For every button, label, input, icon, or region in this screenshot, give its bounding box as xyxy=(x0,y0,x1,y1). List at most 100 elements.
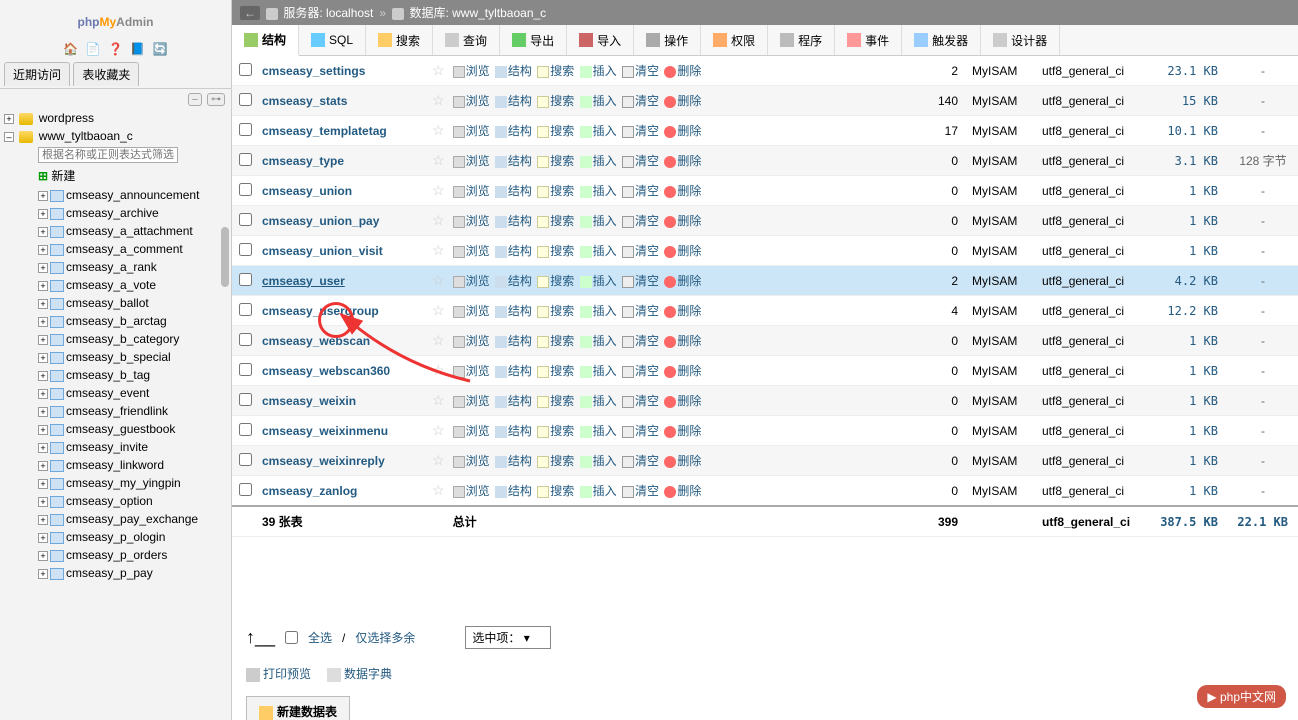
table-name-link[interactable]: cmseasy_zanlog xyxy=(262,484,357,498)
empty-action[interactable]: 清空 xyxy=(622,94,659,108)
nav-back-icon[interactable]: ← xyxy=(240,6,260,20)
drop-action[interactable]: 删除 xyxy=(664,364,701,378)
expand-icon[interactable]: + xyxy=(38,425,48,435)
tree-table-item[interactable]: +cmseasy_option xyxy=(0,492,231,510)
empty-action[interactable]: 清空 xyxy=(622,454,659,468)
row-checkbox[interactable] xyxy=(239,483,252,496)
expand-icon[interactable]: + xyxy=(38,533,48,543)
insert-action[interactable]: 插入 xyxy=(580,454,617,468)
expand-icon[interactable]: + xyxy=(38,569,48,579)
tab-events[interactable]: 事件 xyxy=(835,25,902,55)
favorite-star-icon[interactable]: ☆ xyxy=(432,482,445,498)
insert-action[interactable]: 插入 xyxy=(580,364,617,378)
search-action[interactable]: 搜索 xyxy=(537,304,574,318)
search-action[interactable]: 搜索 xyxy=(537,154,574,168)
tab-query[interactable]: 查询 xyxy=(433,25,500,55)
scrollbar[interactable] xyxy=(221,227,229,287)
table-name-link[interactable]: cmseasy_weixin xyxy=(262,394,356,408)
structure-action[interactable]: 结构 xyxy=(495,454,532,468)
tab-operations[interactable]: 操作 xyxy=(634,25,701,55)
empty-action[interactable]: 清空 xyxy=(622,364,659,378)
structure-action[interactable]: 结构 xyxy=(495,214,532,228)
favorite-star-icon[interactable]: ☆ xyxy=(432,272,445,288)
tab-triggers[interactable]: 触发器 xyxy=(902,25,981,55)
tree-table-item[interactable]: +cmseasy_announcement xyxy=(0,186,231,204)
tree-table-item[interactable]: +cmseasy_b_tag xyxy=(0,366,231,384)
row-checkbox[interactable] xyxy=(239,273,252,286)
structure-action[interactable]: 结构 xyxy=(495,124,532,138)
browse-action[interactable]: 浏览 xyxy=(453,214,490,228)
breadcrumb-server[interactable]: 服务器: localhost xyxy=(266,4,373,21)
structure-action[interactable]: 结构 xyxy=(495,64,532,78)
tree-table-item[interactable]: +cmseasy_event xyxy=(0,384,231,402)
favorite-star-icon[interactable]: ☆ xyxy=(432,182,445,198)
expand-icon[interactable]: + xyxy=(38,209,48,219)
insert-action[interactable]: 插入 xyxy=(580,64,617,78)
data-dictionary-link[interactable]: 数据字典 xyxy=(327,665,392,682)
table-name-link[interactable]: cmseasy_weixinreply xyxy=(262,454,385,468)
drop-action[interactable]: 删除 xyxy=(664,244,701,258)
structure-action[interactable]: 结构 xyxy=(495,94,532,108)
drop-action[interactable]: 删除 xyxy=(664,274,701,288)
expand-icon[interactable]: + xyxy=(38,227,48,237)
browse-action[interactable]: 浏览 xyxy=(453,184,490,198)
browse-action[interactable]: 浏览 xyxy=(453,484,490,498)
structure-action[interactable]: 结构 xyxy=(495,274,532,288)
tab-favorites[interactable]: 表收藏夹 xyxy=(73,62,139,86)
row-checkbox[interactable] xyxy=(239,363,252,376)
drop-action[interactable]: 删除 xyxy=(664,484,701,498)
tab-designer[interactable]: 设计器 xyxy=(981,25,1060,55)
empty-action[interactable]: 清空 xyxy=(622,424,659,438)
tree-table-item[interactable]: +cmseasy_my_yingpin xyxy=(0,474,231,492)
table-name-link[interactable]: cmseasy_union_pay xyxy=(262,214,379,228)
row-checkbox[interactable] xyxy=(239,453,252,466)
favorite-star-icon[interactable]: ☆ xyxy=(432,422,445,438)
tree-table-item[interactable]: +cmseasy_guestbook xyxy=(0,420,231,438)
home-icon[interactable]: 🏠 xyxy=(63,42,78,56)
create-table-box[interactable]: 新建数据表 xyxy=(246,696,350,720)
select-all-link[interactable]: 全选 xyxy=(308,629,332,646)
print-preview-link[interactable]: 打印预览 xyxy=(246,665,311,682)
structure-action[interactable]: 结构 xyxy=(495,424,532,438)
insert-action[interactable]: 插入 xyxy=(580,124,617,138)
expand-icon[interactable]: + xyxy=(38,551,48,561)
search-action[interactable]: 搜索 xyxy=(537,244,574,258)
table-name-link[interactable]: cmseasy_union xyxy=(262,184,352,198)
tree-new-table[interactable]: ⊞ 新建 xyxy=(0,165,231,186)
insert-action[interactable]: 插入 xyxy=(580,184,617,198)
empty-action[interactable]: 清空 xyxy=(622,394,659,408)
tree-table-item[interactable]: +cmseasy_a_attachment xyxy=(0,222,231,240)
insert-action[interactable]: 插入 xyxy=(580,154,617,168)
search-action[interactable]: 搜索 xyxy=(537,274,574,288)
browse-action[interactable]: 浏览 xyxy=(453,454,490,468)
browse-action[interactable]: 浏览 xyxy=(453,364,490,378)
search-action[interactable]: 搜索 xyxy=(537,94,574,108)
expand-icon[interactable]: + xyxy=(38,497,48,507)
row-checkbox[interactable] xyxy=(239,213,252,226)
insert-action[interactable]: 插入 xyxy=(580,424,617,438)
expand-icon[interactable]: + xyxy=(38,407,48,417)
table-name-link[interactable]: cmseasy_webscan360 xyxy=(262,364,390,378)
search-action[interactable]: 搜索 xyxy=(537,124,574,138)
empty-action[interactable]: 清空 xyxy=(622,484,659,498)
browse-action[interactable]: 浏览 xyxy=(453,64,490,78)
browse-action[interactable]: 浏览 xyxy=(453,424,490,438)
structure-action[interactable]: 结构 xyxy=(495,484,532,498)
drop-action[interactable]: 删除 xyxy=(664,394,701,408)
drop-action[interactable]: 删除 xyxy=(664,124,701,138)
browse-action[interactable]: 浏览 xyxy=(453,94,490,108)
tree-table-item[interactable]: +cmseasy_b_special xyxy=(0,348,231,366)
search-action[interactable]: 搜索 xyxy=(537,424,574,438)
browse-action[interactable]: 浏览 xyxy=(453,334,490,348)
row-checkbox[interactable] xyxy=(239,393,252,406)
tab-import[interactable]: 导入 xyxy=(567,25,634,55)
favorite-star-icon[interactable]: ☆ xyxy=(432,452,445,468)
search-action[interactable]: 搜索 xyxy=(537,484,574,498)
structure-action[interactable]: 结构 xyxy=(495,154,532,168)
collapse-all-icon[interactable]: – xyxy=(188,93,202,106)
tab-export[interactable]: 导出 xyxy=(500,25,567,55)
tree-table-item[interactable]: +cmseasy_ballot xyxy=(0,294,231,312)
insert-action[interactable]: 插入 xyxy=(580,334,617,348)
favorite-star-icon[interactable]: ☆ xyxy=(432,92,445,108)
row-checkbox[interactable] xyxy=(239,93,252,106)
